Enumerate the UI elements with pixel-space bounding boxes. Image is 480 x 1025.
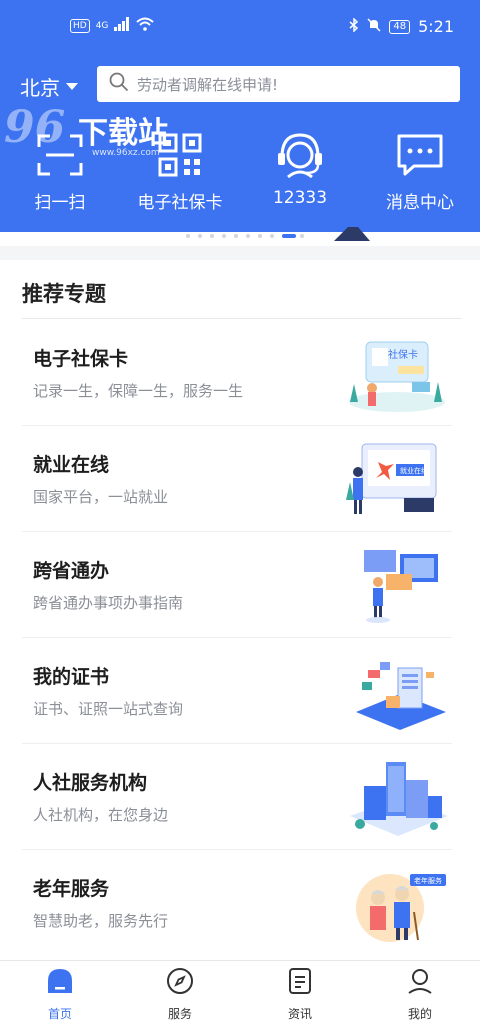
battery-icon: 48 — [389, 19, 411, 34]
quick-action-social-card[interactable]: 电子社保卡 — [120, 130, 240, 213]
topic-title: 电子社保卡 — [33, 348, 129, 370]
quick-action-label: 扫一扫 — [34, 193, 86, 213]
recommended-topics-card: 推荐专题 电子社保卡 记录一生，保障一生，服务一生 社保卡 就业在线 国家平台，… — [0, 260, 480, 960]
pager-dot-active — [282, 234, 296, 238]
tab-services[interactable]: 服务 — [120, 961, 240, 1025]
elderly-caption: 老年服务 — [414, 877, 442, 885]
quick-action-label: 电子社保卡 — [137, 193, 223, 213]
divider — [22, 318, 462, 319]
qr-code-icon — [152, 130, 208, 180]
topic-title: 跨省通办 — [33, 560, 110, 582]
topic-item-employment[interactable]: 就业在线 国家平台，一站就业 就业在线 — [0, 426, 480, 532]
tab-news[interactable]: 资讯 — [240, 961, 360, 1025]
mute-icon — [367, 17, 381, 36]
search-bar[interactable]: 劳动者调解在线申请! — [97, 66, 460, 102]
topic-subtitle: 智慧助老，服务先行 — [33, 912, 169, 930]
social-card-illustration: 社保卡 — [342, 332, 452, 416]
pager-dot — [258, 234, 262, 238]
section-title: 推荐专题 — [22, 282, 106, 306]
search-icon — [109, 72, 129, 96]
clock: 5:21 — [418, 17, 454, 36]
city-label: 北京 — [20, 76, 60, 100]
news-icon — [286, 967, 314, 999]
signal-icon — [114, 17, 130, 35]
pager-dot — [198, 234, 202, 238]
banner-peek-image — [330, 226, 370, 241]
hd-badge: HD — [70, 19, 90, 33]
social-card-caption: 社保卡 — [388, 350, 418, 361]
banner-pager — [0, 227, 480, 246]
tab-home[interactable]: 首页 — [0, 961, 120, 1025]
topic-title: 就业在线 — [33, 454, 110, 476]
topic-title: 我的证书 — [33, 666, 110, 688]
caret-down-icon — [66, 83, 78, 90]
status-bar: HD 4G 48 5:21 — [0, 0, 480, 54]
service-agencies-illustration — [342, 756, 452, 840]
topic-subtitle: 国家平台，一站就业 — [33, 488, 169, 506]
tab-label: 首页 — [47, 1007, 72, 1021]
home-icon — [46, 967, 74, 999]
tab-label: 服务 — [167, 1007, 192, 1021]
search-placeholder: 劳动者调解在线申请! — [137, 75, 279, 94]
topic-item-service-agencies[interactable]: 人社服务机构 人社机构，在您身边 — [0, 744, 480, 850]
topic-item-social-card[interactable]: 电子社保卡 记录一生，保障一生，服务一生 社保卡 — [0, 320, 480, 426]
scan-icon — [32, 130, 88, 180]
topic-subtitle: 证书、证照一站式查询 — [33, 700, 184, 718]
cross-province-illustration — [342, 544, 452, 628]
message-icon — [392, 130, 448, 180]
user-icon — [406, 967, 434, 999]
pager-dot — [234, 234, 238, 238]
bottom-tab-bar: 首页 服务 资讯 我的 — [0, 960, 480, 1025]
topic-title: 人社服务机构 — [33, 772, 148, 794]
topic-item-elderly-services[interactable]: 老年服务 智慧助老，服务先行 老年服务 — [0, 850, 480, 956]
city-selector[interactable]: 北京 — [20, 72, 78, 101]
employment-caption: 就业在线 — [400, 467, 428, 475]
certificates-illustration — [342, 650, 452, 734]
pager-dot — [270, 234, 274, 238]
topic-subtitle: 人社机构，在您身边 — [33, 806, 169, 824]
pager-dot — [210, 234, 214, 238]
topic-subtitle: 记录一生，保障一生，服务一生 — [33, 382, 244, 400]
quick-action-scan[interactable]: 扫一扫 — [0, 130, 120, 213]
pager-dot — [300, 234, 304, 238]
quick-actions: 扫一扫 电子社保卡 12333 消息中心 — [0, 130, 480, 213]
tab-label: 资讯 — [287, 1007, 312, 1021]
pager-dot — [246, 234, 250, 238]
topic-item-certificates[interactable]: 我的证书 证书、证照一站式查询 — [0, 638, 480, 744]
wifi-icon — [136, 17, 155, 35]
quick-action-label: 消息中心 — [386, 193, 454, 213]
quick-action-messages[interactable]: 消息中心 — [360, 130, 480, 213]
bluetooth-icon — [349, 16, 359, 36]
quick-action-hotline[interactable]: 12333 — [240, 130, 360, 213]
headset-icon — [272, 130, 328, 180]
employment-illustration: 就业在线 — [342, 438, 452, 522]
compass-icon — [166, 967, 194, 999]
tab-profile[interactable]: 我的 — [360, 961, 480, 1025]
topic-title: 老年服务 — [33, 878, 110, 900]
network-label: 4G — [95, 21, 109, 31]
elderly-services-illustration: 老年服务 — [342, 862, 452, 946]
tab-label: 我的 — [407, 1007, 432, 1021]
quick-action-label: 12333 — [272, 188, 328, 208]
pager-dot — [222, 234, 226, 238]
topic-subtitle: 跨省通办事项办事指南 — [33, 594, 184, 612]
pager-dot — [186, 234, 190, 238]
header-bar: HD 4G 48 5:21 北京 劳动者调解在线申请! 96 下载站 www.9… — [0, 0, 480, 232]
topic-item-cross-province[interactable]: 跨省通办 跨省通办事项办事指南 — [0, 532, 480, 638]
